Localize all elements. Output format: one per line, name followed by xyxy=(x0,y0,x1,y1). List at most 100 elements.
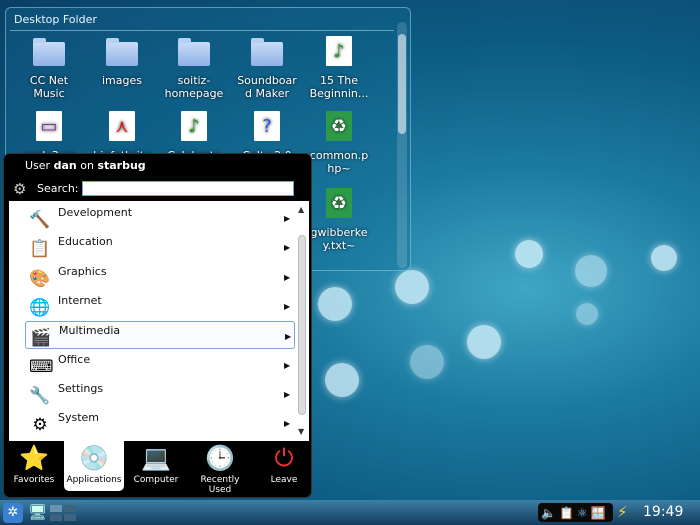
menu-item-label: Settings xyxy=(58,381,104,395)
scrollbar-thumb[interactable] xyxy=(398,34,406,134)
clipboard-icon[interactable]: 📋 xyxy=(559,506,574,520)
desktop-file-item[interactable]: ♻ gwibberke y.txt~ xyxy=(303,188,375,252)
menu-item-education[interactable]: 📋 Education ▶ xyxy=(25,233,295,261)
file-label: soitiz- xyxy=(177,74,211,87)
menu-item-office[interactable]: ⌨ Office ▶ xyxy=(25,351,295,379)
desktop-1[interactable] xyxy=(50,505,62,512)
folder-title: Desktop Folder xyxy=(14,13,97,26)
system-tray: 🔈 📋 ⚛ 🪟 xyxy=(538,503,613,522)
desktop-3[interactable] xyxy=(50,514,62,521)
tab-label: Recently Used xyxy=(200,475,240,495)
bokeh xyxy=(575,255,607,287)
menu-item-label: Graphics xyxy=(58,264,107,278)
submenu-arrow-icon: ▶ xyxy=(284,360,291,370)
submenu-arrow-icon: ▶ xyxy=(284,301,291,311)
development-icon: 🔨 xyxy=(29,210,51,230)
tab-favorites[interactable]: ⭐ Favorites xyxy=(4,441,64,491)
scroll-up-icon[interactable]: ▲ xyxy=(298,205,304,214)
education-icon: 📋 xyxy=(29,239,51,260)
header-text: on xyxy=(76,159,98,172)
kickoff-launcher-button[interactable]: ✲ xyxy=(3,503,23,523)
unknown-file-icon: ? xyxy=(254,111,280,141)
desktop-file-item[interactable]: ♪ 15 The Beginnin... xyxy=(303,36,375,100)
desktop-file-item[interactable]: ♻ common.p hp~ xyxy=(303,111,375,175)
menu-item-system[interactable]: ⚙ System ▶ xyxy=(25,409,295,437)
tab-computer[interactable]: 💻 Computer xyxy=(126,441,186,491)
file-label: Soundboar xyxy=(237,74,297,87)
menu-item-graphics[interactable]: 🎨 Graphics ▶ xyxy=(25,263,295,291)
image-file-icon: ▭ xyxy=(36,111,62,141)
header-text: User xyxy=(25,159,54,172)
file-label: CC Net xyxy=(29,74,69,87)
file-label: y.txt~ xyxy=(322,239,356,252)
taskbar: ✲ 🖥 🔈 📋 ⚛ 🪟 ⚡ 19:49 xyxy=(0,500,700,525)
volume-icon[interactable]: 🔈 xyxy=(541,506,556,520)
submenu-arrow-icon: ▶ xyxy=(284,243,291,253)
menu-item-internet[interactable]: 🌐 Internet ▶ xyxy=(25,292,295,320)
file-label: d Maker xyxy=(245,87,289,100)
clock[interactable]: 19:49 xyxy=(643,504,683,520)
desktop-file-item[interactable]: Soundboar d Maker xyxy=(231,36,303,100)
bokeh xyxy=(410,345,444,379)
pdf-file-icon: ⋏ xyxy=(109,111,135,141)
tab-label: Computer xyxy=(133,475,179,485)
applications-icon: 💿 xyxy=(79,444,109,472)
leave-icon: ⏻ xyxy=(274,444,294,472)
network-icon[interactable]: ⚛ xyxy=(577,506,588,520)
menu-item-label: Education xyxy=(58,235,113,249)
list-scrollbar[interactable]: ▲ ▼ xyxy=(298,205,307,437)
show-desktop-icon[interactable]: 🖥 xyxy=(28,503,47,521)
desktop-file-item[interactable]: soitiz-homepage xyxy=(158,36,230,100)
tab-label: Favorites xyxy=(13,475,55,485)
menu-item-development[interactable]: 🔨 Development ▶ xyxy=(25,204,295,232)
bokeh xyxy=(651,245,677,271)
file-label: common.p xyxy=(309,149,369,162)
folder-icon xyxy=(178,38,210,66)
folder-scrollbar[interactable] xyxy=(397,22,407,268)
system-icon: ⚙ xyxy=(32,415,48,436)
tab-applications[interactable]: 💿 Applications xyxy=(64,441,124,491)
battery-charging-icon[interactable]: ⚡ xyxy=(617,503,628,521)
kickoff-menu: User dan on starbug ⚙ Search: 🔨 Developme… xyxy=(3,153,312,498)
computer-icon: 💻 xyxy=(141,444,171,472)
submenu-arrow-icon: ▶ xyxy=(284,419,291,429)
notification-icon[interactable]: 🪟 xyxy=(591,506,606,520)
bokeh xyxy=(515,240,543,268)
scrollbar-thumb[interactable] xyxy=(298,235,306,415)
bokeh xyxy=(576,303,598,325)
menu-item-label: System xyxy=(58,411,100,425)
search-input[interactable] xyxy=(82,181,294,196)
tab-recently-used[interactable]: 🕒 Recently Used xyxy=(190,441,250,495)
search-icon: ⚙ xyxy=(13,180,27,198)
audio-file-icon: ♪ xyxy=(181,111,207,141)
tab-leave[interactable]: ⏻ Leave xyxy=(254,441,314,491)
tab-label: Applications xyxy=(66,475,122,485)
desktop-2[interactable] xyxy=(64,505,76,512)
menu-header: User dan on starbug xyxy=(25,159,146,172)
backup-file-icon: ♻ xyxy=(326,111,352,141)
menu-item-label: Multimedia xyxy=(59,324,121,338)
audio-file-icon: ♪ xyxy=(326,36,352,66)
menu-item-settings[interactable]: 🔧 Settings ▶ xyxy=(25,380,295,408)
tab-label: Leave xyxy=(270,475,298,485)
application-list: 🔨 Development ▶ 📋 Education ▶ 🎨 Graphics ▶ 🌐 Inter… xyxy=(9,201,309,441)
folder-icon xyxy=(33,38,65,66)
pager[interactable] xyxy=(50,505,76,521)
divider xyxy=(10,30,394,31)
file-label: gwibberke xyxy=(310,226,368,239)
host-name: starbug xyxy=(97,159,146,172)
bokeh xyxy=(318,287,352,321)
office-icon: ⌨ xyxy=(29,356,54,377)
graphics-icon: 🎨 xyxy=(29,268,51,289)
settings-icon: 🔧 xyxy=(29,385,51,406)
menu-item-multimedia[interactable]: 🎬 Multimedia ▶ xyxy=(25,321,295,350)
bokeh xyxy=(325,363,359,397)
search-label: Search: xyxy=(37,182,79,195)
desktop-file-item[interactable]: CC Net Music xyxy=(13,36,85,100)
scroll-down-icon[interactable]: ▼ xyxy=(298,427,304,436)
desktop-file-item[interactable]: images xyxy=(86,36,158,87)
file-label: hp~ xyxy=(327,162,351,175)
folder-icon xyxy=(106,38,138,66)
desktop-4[interactable] xyxy=(64,514,76,521)
menu-item-label: Office xyxy=(58,352,91,366)
